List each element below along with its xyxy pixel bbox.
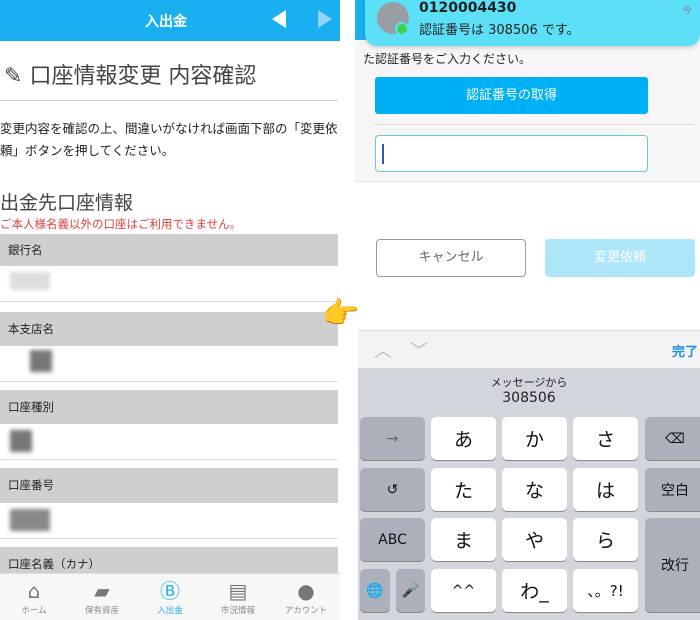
nav-label: アカウント bbox=[284, 606, 328, 616]
instruction-text: た認証番号をご入力ください。 bbox=[363, 52, 532, 66]
field-label-account-type: 口座種別 bbox=[0, 390, 338, 424]
key-wa[interactable]: わ_ bbox=[502, 569, 567, 612]
key-space[interactable]: 空白 bbox=[645, 468, 700, 511]
notification-sender: 0120004430 bbox=[419, 0, 517, 16]
change-request-button[interactable]: 変更依頼 bbox=[545, 239, 695, 277]
nav-deposit-withdraw[interactable]: Ⓑ 入出金 bbox=[136, 574, 204, 620]
header-title: 入出金 bbox=[145, 14, 187, 30]
key-ha[interactable]: は bbox=[573, 468, 638, 511]
field-value-branch bbox=[0, 346, 338, 382]
field-label-account-number: 口座番号 bbox=[0, 468, 338, 503]
pencil-icon: ✎ bbox=[4, 64, 23, 89]
warning-text: ご本人様名義以外の口座はご利用できません。 bbox=[0, 217, 242, 231]
key-na[interactable]: な bbox=[502, 468, 567, 511]
done-button[interactable]: 完了 bbox=[672, 341, 698, 360]
nav-label: 市況情報 bbox=[220, 606, 255, 616]
key-return[interactable]: 改行 bbox=[645, 518, 700, 612]
cancel-button[interactable]: キャンセル bbox=[376, 239, 526, 277]
news-icon: ▤ bbox=[228, 579, 248, 603]
key-punctuation[interactable]: 、。?! bbox=[573, 569, 638, 612]
sms-notification[interactable]: 0120004430 認証番号は 308506 です。 今 bbox=[365, 0, 700, 46]
key-a[interactable]: あ bbox=[431, 417, 496, 460]
header-bar: 入出金 bbox=[0, 0, 340, 41]
field-label-account-name: 口座名義（カナ） bbox=[0, 547, 338, 574]
field-value-bank bbox=[0, 266, 338, 302]
key-ra[interactable]: ら bbox=[573, 518, 638, 561]
chevron-up-icon[interactable]: ︿ bbox=[374, 337, 392, 363]
field-value-account-number bbox=[0, 503, 338, 539]
field-label-branch: 本支店名 bbox=[0, 312, 338, 346]
description: 変更内容を確認の上、間違いがなければ画面下部の「変更依頼」ボタンを押してください… bbox=[0, 121, 338, 158]
field-label-bank: 銀行名 bbox=[0, 234, 338, 266]
globe-icon[interactable]: 🌐 bbox=[360, 569, 390, 612]
section-title: 出金先口座情報 bbox=[0, 192, 134, 214]
nav-assets[interactable]: ▰ 保有資産 bbox=[68, 574, 136, 620]
code-input[interactable] bbox=[375, 135, 648, 172]
nav-account[interactable]: ● アカウント bbox=[272, 574, 340, 620]
field-value-account-type bbox=[0, 424, 338, 460]
key-arrow[interactable]: → bbox=[360, 417, 425, 460]
nav-label: ホーム bbox=[21, 606, 47, 616]
get-code-button[interactable]: 認証番号の取得 bbox=[375, 77, 648, 114]
key-ka[interactable]: か bbox=[502, 417, 567, 460]
bottom-nav: ⌂ ホーム ▰ 保有資産 Ⓑ 入出金 ▤ 市況情報 ● アカウント bbox=[0, 573, 340, 620]
home-icon: ⌂ bbox=[27, 579, 41, 603]
keyboard-toolbar: ︿ ﹀ 完了 bbox=[358, 330, 700, 368]
nav-market[interactable]: ▤ 市況情報 bbox=[204, 574, 272, 620]
divider bbox=[0, 100, 338, 101]
key-emoticon[interactable]: ^^ bbox=[431, 569, 496, 612]
notification-message: 認証番号は 308506 です。 bbox=[419, 23, 580, 38]
delete-key-icon[interactable]: ⌫ bbox=[645, 417, 700, 460]
key-abc[interactable]: ABC bbox=[360, 518, 425, 561]
page-title: ✎ 口座情報変更 内容確認 bbox=[4, 58, 256, 90]
key-undo[interactable]: ↺ bbox=[360, 468, 425, 511]
prev-arrow-icon[interactable] bbox=[272, 10, 286, 28]
suggestion-label: メッセージから bbox=[490, 376, 568, 389]
suggestion-code: 308506 bbox=[502, 390, 556, 406]
left-screenshot: 入出金 ✎ 口座情報変更 内容確認 変更内容を確認の上、間違いがなければ画面下部… bbox=[0, 0, 340, 620]
nav-label: 保有資産 bbox=[84, 606, 119, 616]
nav-home[interactable]: ⌂ ホーム bbox=[0, 574, 68, 620]
nav-label: 入出金 bbox=[157, 606, 183, 616]
autofill-suggestion[interactable]: メッセージから 308506 bbox=[358, 368, 700, 412]
key-sa[interactable]: さ bbox=[573, 417, 638, 460]
person-icon: ● bbox=[297, 579, 315, 603]
wallet-icon: ▰ bbox=[94, 579, 110, 603]
next-arrow-icon[interactable] bbox=[318, 10, 332, 28]
pointing-hand-icon: 👉 bbox=[322, 296, 360, 331]
key-ma[interactable]: ま bbox=[431, 518, 496, 561]
page-title-text: 口座情報変更 内容確認 bbox=[29, 64, 257, 89]
key-ta[interactable]: た bbox=[431, 468, 496, 511]
keyboard: → あ か さ ⌫ ↺ た な は 空白 ABC ま や ら 改行 🌐 🎤 ^^… bbox=[358, 412, 700, 620]
bitcoin-transfer-icon: Ⓑ bbox=[160, 579, 180, 603]
right-screenshot: た認証番号をご入力ください。 認証番号の取得 0120004430 認証番号は … bbox=[355, 0, 700, 620]
notification-time: 今 bbox=[682, 6, 692, 17]
chevron-down-icon[interactable]: ﹀ bbox=[410, 337, 428, 363]
messages-icon bbox=[395, 22, 409, 36]
key-ya[interactable]: や bbox=[502, 518, 567, 561]
microphone-icon[interactable]: 🎤 bbox=[396, 569, 425, 612]
